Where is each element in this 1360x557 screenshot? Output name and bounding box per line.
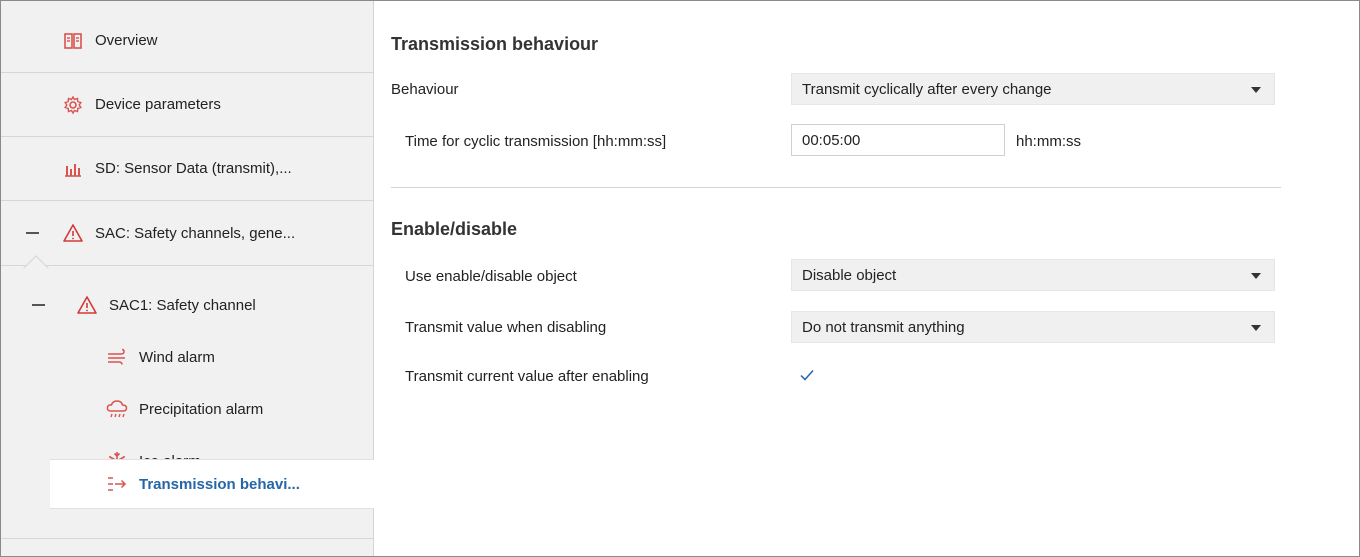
transmit-icon xyxy=(105,472,129,496)
behaviour-label: Behaviour xyxy=(391,81,459,98)
collapse-icon[interactable] xyxy=(32,304,45,306)
wind-icon xyxy=(105,345,129,369)
sidebar-item-label: SAC1: Safety channel xyxy=(109,296,256,314)
use-enable-disable-label: Use enable/disable object xyxy=(405,268,577,285)
cyclic-time-unit: hh:mm:ss xyxy=(1016,133,1082,150)
cyclic-time-value: 00:05:00 xyxy=(802,131,861,149)
checkmark-icon xyxy=(800,370,814,381)
main-panel: Transmission behaviour Behaviour Transmi… xyxy=(375,1,1359,556)
sidebar-item-sensor-data[interactable]: SD: Sensor Data (transmit),... xyxy=(1,137,373,201)
sidebar-item-sac1[interactable]: SAC1: Safety channel xyxy=(1,279,373,331)
sidebar-item-label: Transmission behavi... xyxy=(139,475,300,493)
separator xyxy=(1,265,374,266)
sidebar-item-label: Wind alarm xyxy=(139,348,215,366)
window-frame: Overview Device parameters SD: Sensor Da… xyxy=(0,0,1360,557)
sidebar-item-transmission-behaviour[interactable]: Transmission behavi... xyxy=(50,459,374,509)
sidebar-item-overview[interactable]: Overview xyxy=(1,9,373,73)
sidebar-item-label: SD: Sensor Data (transmit),... xyxy=(95,160,292,177)
transmit-when-disabling-label: Transmit value when disabling xyxy=(405,319,607,336)
section-title: Enable/disable xyxy=(391,219,518,239)
section-title: Transmission behaviour xyxy=(391,34,599,54)
gear-icon xyxy=(61,93,85,117)
use-enable-disable-value: Disable object xyxy=(802,266,897,284)
transmit-when-disabling-select[interactable]: Do not transmit anything xyxy=(791,311,1275,343)
use-enable-disable-select[interactable]: Disable object xyxy=(791,259,1275,291)
chevron-down-icon xyxy=(1251,273,1261,279)
collapse-icon[interactable] xyxy=(26,232,39,234)
sidebar-item-safety-channels[interactable]: SAC: Safety channels, gene... xyxy=(1,201,373,265)
sidebar-item-label: SAC: Safety channels, gene... xyxy=(95,224,296,242)
sidebar-item-label: Overview xyxy=(95,32,158,49)
sidebar-item-precipitation-alarm[interactable]: Precipitation alarm xyxy=(1,383,373,435)
chevron-down-icon xyxy=(1251,87,1261,93)
warning-icon xyxy=(75,293,99,317)
sidebar-item-wind-alarm[interactable]: Wind alarm xyxy=(1,331,373,383)
sidebar-item-device-parameters[interactable]: Device parameters xyxy=(1,73,373,137)
separator xyxy=(1,538,374,539)
sidebar-item-label: Precipitation alarm xyxy=(139,400,264,418)
bar-chart-icon xyxy=(61,157,85,181)
behaviour-select[interactable]: Transmit cyclically after every change xyxy=(791,73,1275,105)
transmit-when-disabling-value: Do not transmit anything xyxy=(802,318,965,336)
sidebar-item-label: Device parameters xyxy=(95,96,221,113)
cyclic-time-input[interactable]: 00:05:00 xyxy=(791,124,1005,156)
warning-icon xyxy=(61,221,85,245)
section-divider xyxy=(391,187,1281,188)
behaviour-value: Transmit cyclically after every change xyxy=(802,80,1052,98)
book-icon xyxy=(61,29,85,53)
chevron-down-icon xyxy=(1251,325,1261,331)
sidebar: Overview Device parameters SD: Sensor Da… xyxy=(1,1,374,556)
transmit-after-enabling-checkbox[interactable] xyxy=(793,361,821,389)
rain-icon xyxy=(105,397,129,421)
cyclic-time-label: Time for cyclic transmission [hh:mm:ss] xyxy=(405,133,667,150)
transmit-after-enabling-label: Transmit current value after enabling xyxy=(405,368,649,385)
